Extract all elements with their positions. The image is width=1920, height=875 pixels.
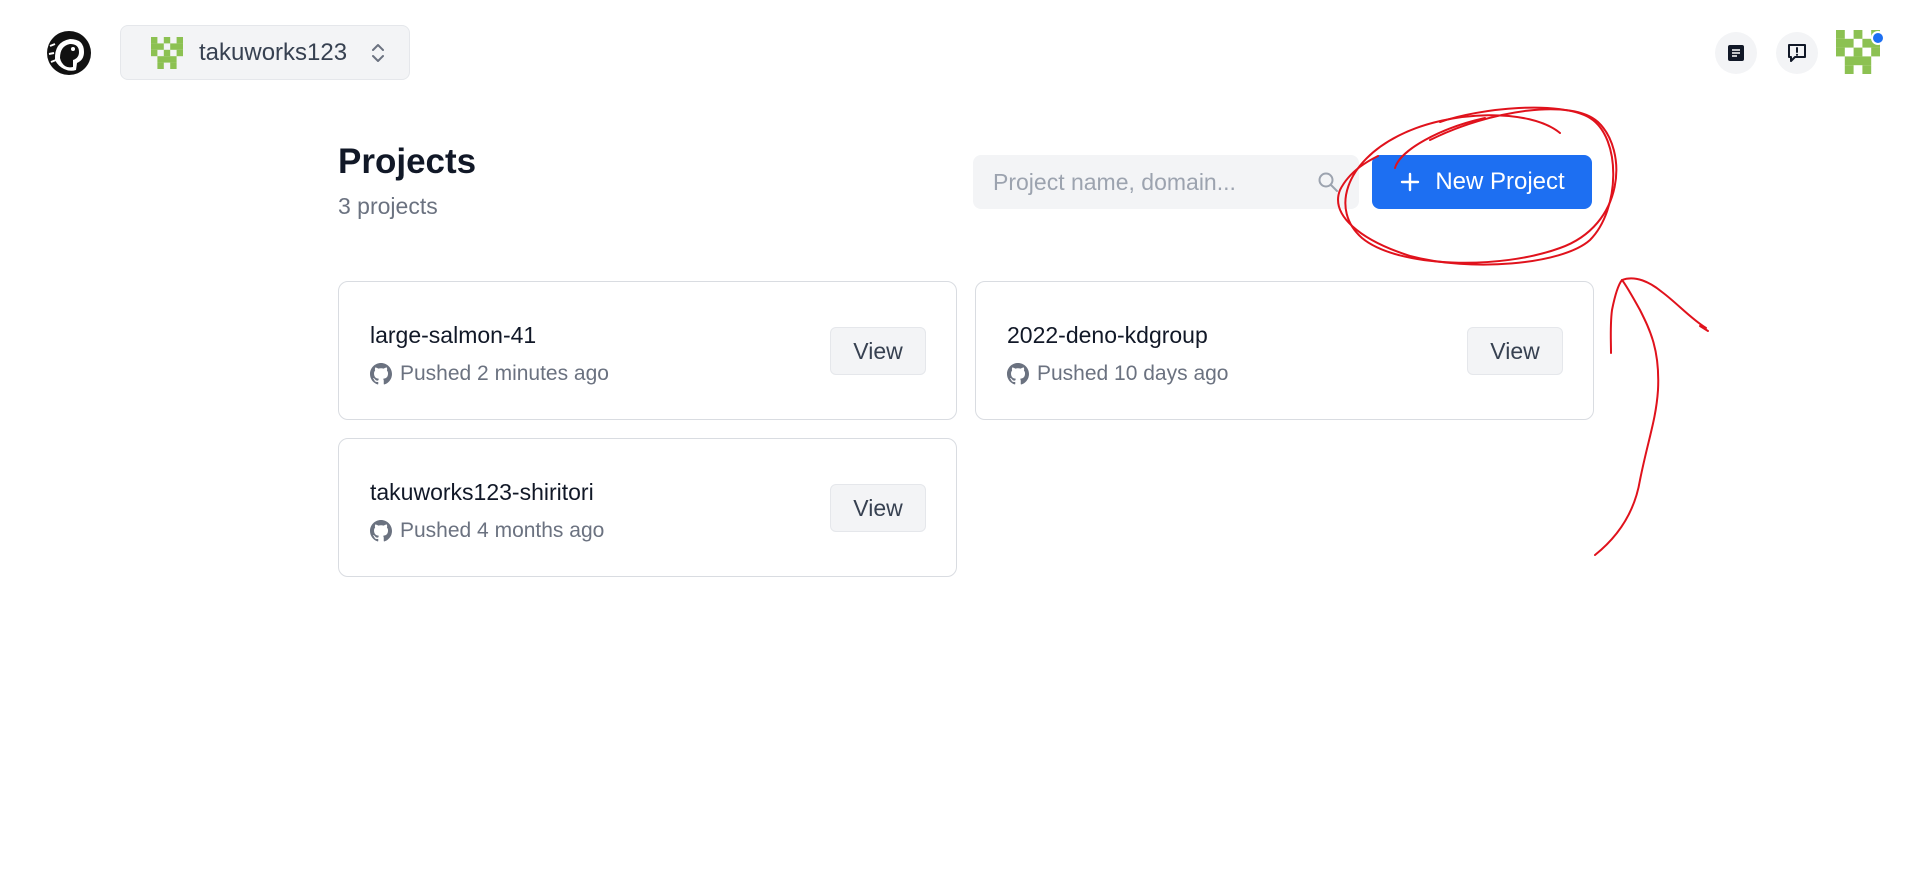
project-meta: Pushed 2 minutes ago [370, 362, 609, 386]
project-card[interactable]: takuworks123-shiritori Pushed 4 months a… [338, 438, 957, 577]
push-status: Pushed 10 days ago [1037, 362, 1229, 385]
github-icon [370, 363, 392, 385]
docs-button[interactable] [1715, 32, 1757, 74]
notification-dot [1871, 31, 1885, 45]
github-icon [370, 520, 392, 542]
document-icon [1728, 45, 1744, 61]
search-box [973, 155, 1359, 209]
view-button[interactable]: View [830, 327, 926, 375]
project-count: 3 projects [338, 193, 438, 219]
page-title: Projects [338, 142, 477, 181]
push-status: Pushed 2 minutes ago [400, 362, 609, 385]
organization-switcher[interactable]: takuworks123 [120, 25, 410, 80]
org-name: takuworks123 [199, 38, 348, 66]
feedback-icon [1788, 44, 1806, 62]
project-meta: Pushed 4 months ago [370, 519, 604, 543]
deno-logo-icon[interactable] [46, 30, 92, 76]
hand-drawn-annotation [1337, 106, 1709, 556]
feedback-button[interactable] [1776, 32, 1818, 74]
plus-icon [1401, 172, 1420, 192]
project-card[interactable]: 2022-deno-kdgroup Pushed 10 days ago Vie… [975, 281, 1594, 420]
view-button[interactable]: View [830, 484, 926, 532]
github-icon [1007, 363, 1029, 385]
search-input[interactable] [973, 155, 1303, 209]
org-avatar [151, 36, 183, 69]
search-icon[interactable] [1317, 171, 1339, 193]
new-project-label: New Project [1435, 168, 1565, 195]
project-name[interactable]: large-salmon-41 [370, 322, 536, 349]
project-name[interactable]: 2022-deno-kdgroup [1007, 322, 1208, 349]
view-button[interactable]: View [1467, 327, 1563, 375]
new-project-button[interactable]: New Project [1372, 155, 1592, 209]
project-meta: Pushed 10 days ago [1007, 362, 1228, 386]
project-card[interactable]: large-salmon-41 Pushed 2 minutes ago Vie… [338, 281, 957, 420]
projects-page: takuworks123 Projects 3 projects Project… [0, 0, 1920, 875]
chevron-up-down-icon [372, 44, 384, 62]
project-name[interactable]: takuworks123-shiritori [370, 479, 594, 506]
push-status: Pushed 4 months ago [400, 519, 605, 542]
